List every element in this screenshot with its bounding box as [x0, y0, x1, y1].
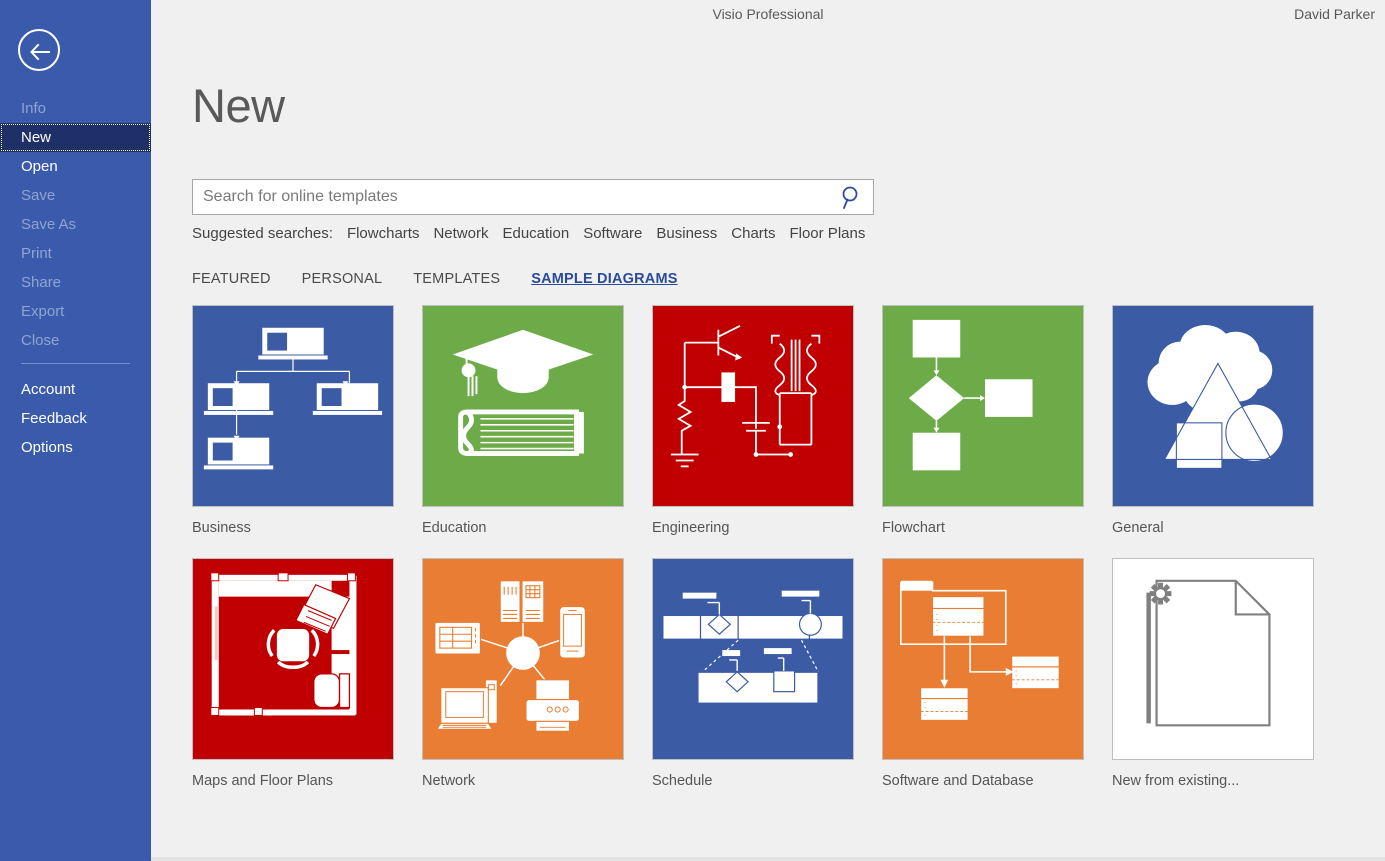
back-arrow-icon[interactable]: [18, 29, 60, 71]
sidebar-item-open[interactable]: Open: [0, 152, 151, 181]
template-thumbnail: [192, 305, 394, 507]
template-thumbnail: [422, 558, 624, 760]
template-tile-network[interactable]: Network: [422, 558, 624, 789]
template-tile-schedule[interactable]: Schedule: [652, 558, 854, 789]
search-row: [192, 179, 874, 215]
suggested-searches-label: Suggested searches:: [192, 225, 333, 242]
template-tile-new-from-existing[interactable]: New from existing...: [1112, 558, 1314, 789]
page-title: New: [192, 78, 285, 133]
template-label: Network: [422, 773, 624, 789]
template-grid: Business: [192, 305, 1382, 789]
sidebar-item-print: Print: [0, 239, 151, 268]
tab-featured[interactable]: FEATURED: [192, 271, 271, 287]
category-tab-row: FEATURED PERSONAL TEMPLATES SAMPLE DIAGR…: [192, 271, 709, 287]
sidebar-item-save: Save: [0, 181, 151, 210]
template-thumbnail: [1112, 558, 1314, 760]
template-tile-flowchart[interactable]: Flowchart: [882, 305, 1084, 536]
tab-templates[interactable]: TEMPLATES: [413, 271, 500, 287]
suggested-link-software[interactable]: Software: [583, 225, 642, 242]
backstage-new-screen: Info New Open Save Save As Print Share E…: [0, 0, 1385, 861]
template-tile-software-and-database[interactable]: Software and Database: [882, 558, 1084, 789]
template-thumbnail: [192, 558, 394, 760]
sidebar-item-save-as: Save As: [0, 210, 151, 239]
sidebar-item-info: Info: [0, 94, 151, 123]
template-thumbnail: [1112, 305, 1314, 507]
tab-personal[interactable]: PERSONAL: [302, 271, 383, 287]
template-label: Engineering: [652, 520, 854, 536]
user-account-name[interactable]: David Parker: [1294, 6, 1375, 22]
sidebar-item-options[interactable]: Options: [0, 433, 151, 462]
sidebar-item-export: Export: [0, 297, 151, 326]
template-thumbnail: [652, 305, 854, 507]
template-label: Business: [192, 520, 394, 536]
sidebar-item-new[interactable]: New: [0, 123, 151, 152]
sidebar-item-feedback[interactable]: Feedback: [0, 404, 151, 433]
search-box[interactable]: [192, 179, 874, 215]
search-icon[interactable]: [837, 184, 865, 212]
bottom-strip: [151, 857, 1385, 861]
template-label: Software and Database: [882, 773, 1084, 789]
suggested-link-floor-plans[interactable]: Floor Plans: [789, 225, 865, 242]
template-label: Education: [422, 520, 624, 536]
sidebar-divider: [21, 363, 130, 364]
template-label: General: [1112, 520, 1314, 536]
sidebar-item-share: Share: [0, 268, 151, 297]
template-label: New from existing...: [1112, 773, 1314, 789]
suggested-searches-row: Suggested searches: Flowcharts Network E…: [192, 225, 879, 242]
search-input[interactable]: [193, 180, 833, 214]
template-label: Schedule: [652, 773, 854, 789]
template-tile-education[interactable]: Education: [422, 305, 624, 536]
tab-sample-diagrams[interactable]: SAMPLE DIAGRAMS: [531, 271, 677, 287]
template-thumbnail: [882, 558, 1084, 760]
template-tile-engineering[interactable]: Engineering: [652, 305, 854, 536]
template-tile-maps-and-floor-plans[interactable]: Maps and Floor Plans: [192, 558, 394, 789]
suggested-link-charts[interactable]: Charts: [731, 225, 775, 242]
template-thumbnail: [882, 305, 1084, 507]
sidebar-item-account[interactable]: Account: [0, 375, 151, 404]
template-thumbnail: [422, 305, 624, 507]
template-thumbnail: [652, 558, 854, 760]
suggested-link-flowcharts[interactable]: Flowcharts: [347, 225, 420, 242]
template-tile-business[interactable]: Business: [192, 305, 394, 536]
backstage-sidebar: Info New Open Save Save As Print Share E…: [0, 0, 151, 861]
template-tile-general[interactable]: General: [1112, 305, 1314, 536]
suggested-link-business[interactable]: Business: [656, 225, 717, 242]
sidebar-nav-list: Info New Open Save Save As Print Share E…: [0, 94, 151, 462]
template-label: Maps and Floor Plans: [192, 773, 394, 789]
app-title: Visio Professional: [151, 6, 1385, 22]
sidebar-item-close: Close: [0, 326, 151, 355]
template-label: Flowchart: [882, 520, 1084, 536]
suggested-link-network[interactable]: Network: [433, 225, 488, 242]
backstage-main-pane: Visio Professional David Parker New Sugg…: [151, 0, 1385, 861]
suggested-link-education[interactable]: Education: [502, 225, 569, 242]
